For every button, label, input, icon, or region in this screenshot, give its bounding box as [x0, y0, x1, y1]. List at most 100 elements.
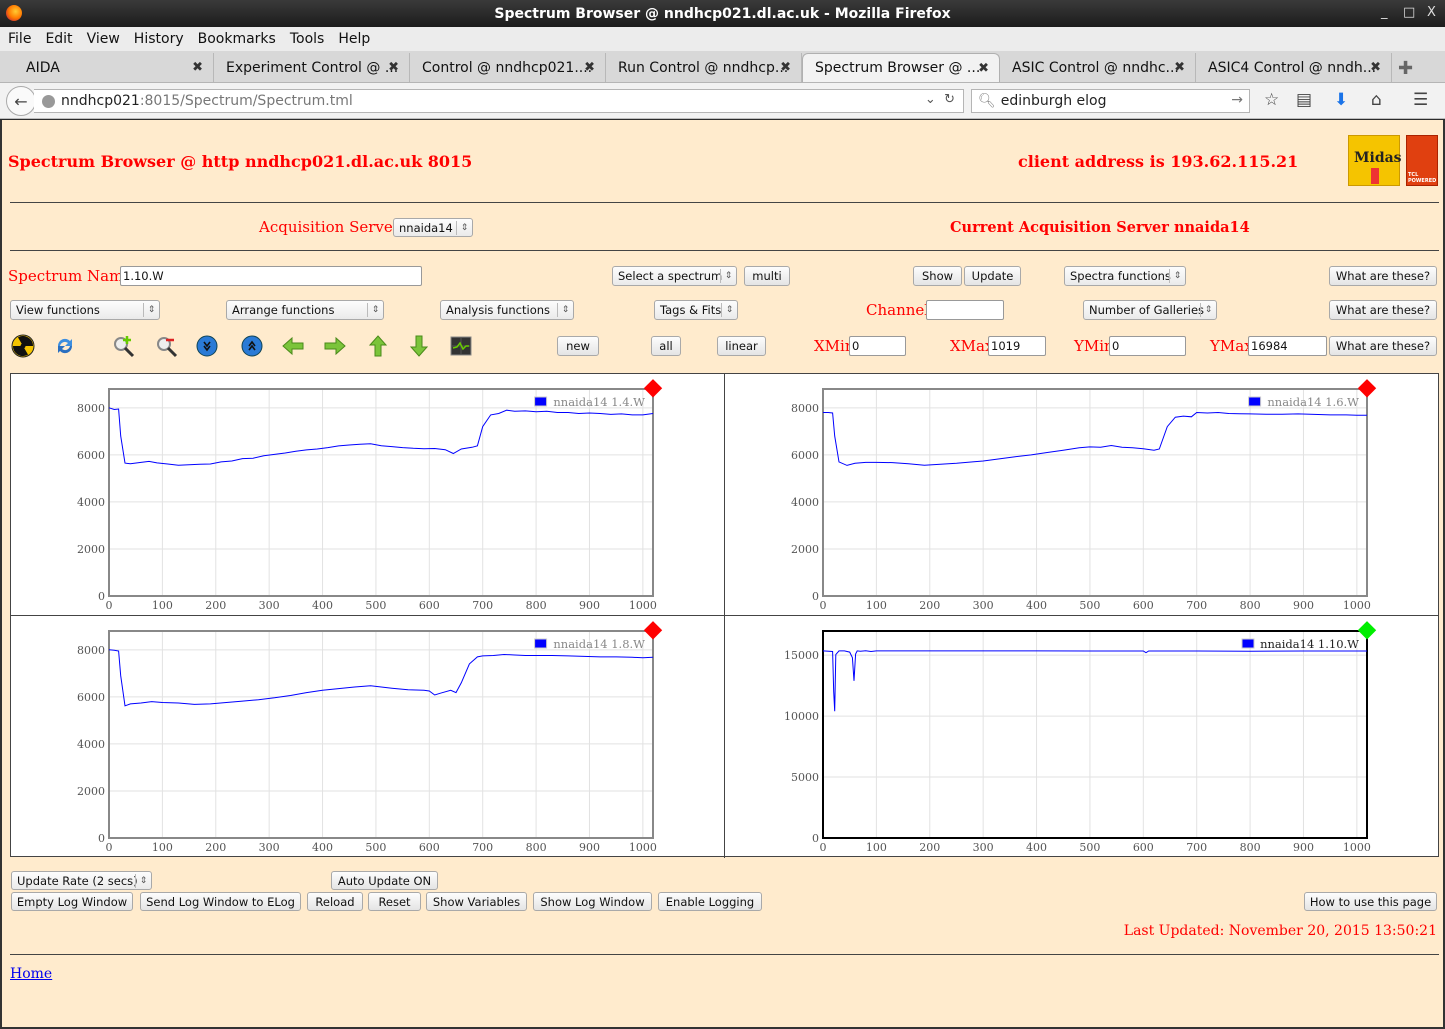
close-tab-icon[interactable]: ✖	[388, 60, 399, 75]
arrange-functions-select[interactable]: Arrange functions ⇕	[226, 300, 384, 320]
auto-update-button[interactable]: Auto Update ON	[331, 871, 438, 890]
spectrum-panel-1[interactable]: 0 100 200 300 400 500 600 700 800 900 1000 0 2000 400…	[11, 374, 725, 616]
analysis-functions-select[interactable]: Analysis functions ⇕	[440, 300, 574, 320]
what-are-these-button-3[interactable]: What are these?	[1329, 336, 1437, 356]
reading-list-icon[interactable]: ▤	[1296, 90, 1312, 110]
back-button[interactable]: ←	[6, 86, 36, 116]
x-tick-label: 600	[419, 841, 440, 854]
menu-view[interactable]: View	[79, 31, 126, 47]
url-bar[interactable]: nndhcp021:8015/Spectrum/Spectrum.tml ⌄ ↻	[34, 89, 964, 113]
ymax-input[interactable]: 16984	[1248, 336, 1327, 356]
y-tick-label: 10000	[784, 710, 819, 723]
tab-spectrum-browser[interactable]: Spectrum Browser @ ... ✖	[802, 53, 1000, 82]
x-tick-label: 700	[1186, 599, 1207, 612]
menu-bookmarks[interactable]: Bookmarks	[190, 31, 282, 47]
maximize-button[interactable]: □	[1403, 5, 1415, 20]
zoom-in-icon[interactable]	[112, 334, 136, 358]
close-tab-icon[interactable]: ✖	[584, 60, 595, 75]
close-tab-icon[interactable]: ✖	[1370, 60, 1381, 75]
spectrum-panel-2[interactable]: 0 100 200 300 400 500 600 700 800 900 1000 0 2000 400…	[725, 374, 1439, 616]
tcl-logo: TCL POWERED	[1406, 135, 1438, 186]
x-tick-label: 300	[259, 841, 280, 854]
close-tab-icon[interactable]: ✖	[978, 61, 989, 76]
show-button[interactable]: Show	[913, 266, 962, 286]
show-log-window-button[interactable]: Show Log Window	[533, 892, 652, 911]
spectrum-chart-1-6-w[interactable]: 0 100 200 300 400 500 600 700 800 900 1000 0 2000 400…	[725, 374, 1439, 616]
spectra-functions-select[interactable]: Spectra functions ⇕	[1064, 266, 1186, 286]
what-are-these-button-2[interactable]: What are these?	[1329, 300, 1437, 320]
tab-aida[interactable]: AIDA ✖	[14, 53, 214, 82]
close-tab-icon[interactable]: ✖	[780, 60, 791, 75]
enable-logging-button[interactable]: Enable Logging	[658, 892, 762, 911]
tab-run-control[interactable]: Run Control @ nndhcp... ✖	[606, 53, 802, 82]
view-functions-select[interactable]: View functions ⇕	[10, 300, 160, 320]
arrow-left-icon[interactable]	[281, 334, 305, 358]
spectrum-chart-1-8-w[interactable]: 0 100 200 300 400 500 600 700 800 900 1000 0 2000 400…	[11, 616, 725, 858]
menu-help[interactable]: Help	[330, 31, 376, 47]
reload-icon[interactable]: ↻	[944, 92, 955, 107]
x-tick-label: 100	[152, 841, 173, 854]
menu-history[interactable]: History	[126, 31, 190, 47]
xmax-input[interactable]: 1019	[988, 336, 1046, 356]
how-to-use-button[interactable]: How to use this page	[1304, 892, 1437, 911]
dropdown-history-icon[interactable]: ⌄	[925, 92, 936, 107]
ymin-input[interactable]: 0	[1109, 336, 1186, 356]
send-log-to-elog-button[interactable]: Send Log Window to ELog	[140, 892, 301, 911]
chevron-updown-icon: ⇕	[456, 221, 472, 235]
home-link[interactable]: Home	[10, 966, 52, 982]
empty-log-window-button[interactable]: Empty Log Window	[11, 892, 133, 911]
tab-experiment-control[interactable]: Experiment Control @ ... ✖	[214, 53, 410, 82]
menu-file[interactable]: File	[0, 31, 37, 47]
display-icon[interactable]	[449, 334, 473, 358]
update-rate-select[interactable]: Update Rate (2 secs) ⇕	[11, 871, 152, 890]
arrow-up-icon[interactable]	[366, 334, 390, 358]
menu-edit[interactable]: Edit	[37, 31, 78, 47]
close-tab-icon[interactable]: ✖	[192, 60, 203, 75]
new-tab-icon[interactable]: ✚	[1398, 58, 1413, 79]
spectrum-chart-1-4-w[interactable]: 0 100 200 300 400 500 600 700 800 900 1000 0 2000 400…	[11, 374, 725, 616]
x-tick-label: 700	[1186, 841, 1207, 854]
scroll-up-icon[interactable]	[240, 334, 264, 358]
last-updated: Last Updated: November 20, 2015 13:50:21	[1123, 923, 1437, 939]
close-window-button[interactable]: X	[1427, 5, 1436, 20]
close-tab-icon[interactable]: ✖	[1174, 60, 1185, 75]
all-button[interactable]: all	[651, 336, 681, 356]
menu-tools[interactable]: Tools	[282, 31, 331, 47]
legend-label: nnaida14 1.10.W	[1260, 637, 1359, 651]
acquisition-servers-select[interactable]: nnaida14 ⇕	[393, 218, 473, 237]
hamburger-menu-icon[interactable]: ☰	[1413, 90, 1428, 110]
search-go-icon[interactable]: →	[1231, 92, 1243, 108]
xmax-label: XMax	[950, 337, 994, 355]
spectrum-panel-4[interactable]: 0 100 200 300 400 500 600 700 800 900 1000 0 5000 100…	[725, 616, 1439, 858]
reload-button[interactable]: Reload	[307, 892, 363, 911]
downloads-icon[interactable]: ⬇	[1334, 90, 1348, 110]
reset-button[interactable]: Reset	[368, 892, 421, 911]
spectrum-chart-1-10-w[interactable]: 0 100 200 300 400 500 600 700 800 900 100005000100…	[725, 616, 1439, 858]
multi-button[interactable]: multi	[744, 266, 790, 286]
linear-button[interactable]: linear	[717, 336, 766, 356]
channel-input[interactable]	[926, 300, 1004, 320]
radiation-icon[interactable]	[11, 334, 35, 358]
search-bar[interactable]: 🔍︎ edinburgh elog →	[971, 89, 1250, 113]
minimize-button[interactable]: _	[1381, 5, 1388, 20]
zoom-out-icon[interactable]	[155, 334, 179, 358]
show-variables-button[interactable]: Show Variables	[426, 892, 527, 911]
spectrum-panel-3[interactable]: 0 100 200 300 400 500 600 700 800 900 1000 0 2000 400…	[11, 616, 725, 858]
scroll-down-icon[interactable]	[195, 334, 219, 358]
home-icon[interactable]: ⌂	[1371, 90, 1382, 110]
arrow-right-icon[interactable]	[323, 334, 347, 358]
xmin-input[interactable]: 0	[849, 336, 906, 356]
what-are-these-button-1[interactable]: What are these?	[1329, 266, 1437, 286]
tags-fits-select[interactable]: Tags & Fits ⇕	[654, 300, 738, 320]
number-of-galleries-select[interactable]: Number of Galleries ⇕	[1083, 300, 1217, 320]
tab-asic4-control[interactable]: ASIC4 Control @ nndh... ✖	[1196, 53, 1392, 82]
bookmark-star-icon[interactable]: ☆	[1264, 90, 1279, 110]
update-button[interactable]: Update	[964, 266, 1021, 286]
tab-control[interactable]: Control @ nndhcp021.... ✖	[410, 53, 606, 82]
select-spectrum-select[interactable]: Select a spectrum ⇕	[612, 266, 737, 286]
refresh-icon[interactable]	[53, 334, 77, 358]
spectrum-name-input[interactable]: 1.10.W	[120, 266, 422, 286]
arrow-down-icon[interactable]	[407, 334, 431, 358]
new-button[interactable]: new	[557, 336, 599, 356]
tab-asic-control[interactable]: ASIC Control @ nndhc... ✖	[1000, 53, 1196, 82]
